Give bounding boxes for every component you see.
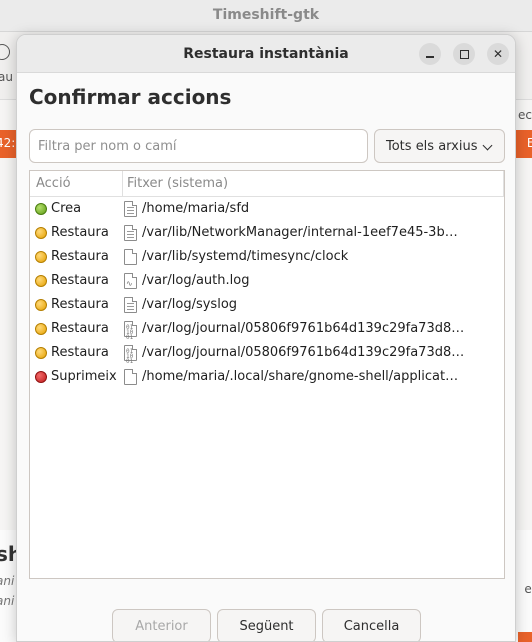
list-item[interactable]: Restaura 01 10 01 /var/log/journal/05806f9… [30,317,504,341]
list-item[interactable]: Restaura 01 10 01 /var/log/journal/05806f9… [30,341,504,365]
maximize-button[interactable] [453,43,475,65]
file-path: /var/lib/NetworkManager/internal-1eef7e4… [142,225,458,240]
maximize-icon [459,49,469,59]
close-icon: ✕ [492,47,504,61]
file-filter-dropdown[interactable]: Tots els arxius [374,129,505,163]
status-line-2-fragment: ani [0,594,15,608]
restore-status-icon [35,227,47,239]
file-path: /var/log/journal/05806f9761b64d139c29fa7… [142,321,465,336]
cancel-button[interactable]: Cancella [322,609,421,641]
action-label: Restaura [51,273,109,288]
chevron-down-icon [482,140,493,151]
next-button[interactable]: Següent [217,609,316,641]
file-path: /var/log/journal/05806f9761b64d139c29fa7… [142,345,465,360]
list-item[interactable]: Crea /home/maria/sfd [30,197,504,221]
action-label: Restaura [51,225,109,240]
column-header-action[interactable]: Acció [30,171,123,197]
log-file-icon: ∿ [124,273,137,289]
actions-list: Acció Fitxer (sistema) Crea /home/maria/… [29,170,505,579]
restore-status-icon [35,299,47,311]
action-label: Restaura [51,321,109,336]
binary-file-icon: 01 10 01 [124,345,137,365]
column-divider [503,171,504,197]
restore-status-icon [35,275,47,287]
list-item[interactable]: Restaura /var/lib/NetworkManager/interna… [30,221,504,245]
list-item[interactable]: Restaura /var/log/syslog [30,293,504,317]
file-path: /home/maria/sfd [142,201,250,216]
list-item[interactable]: Suprimeix /home/maria/.local/share/gnome… [30,365,504,389]
main-window-title: Timeshift-gtk [0,0,532,32]
snapshot-desc-fragment: En [526,136,532,150]
column-header-file[interactable]: Fitxer (sistema) [123,171,504,197]
toolbar-label[interactable]: au [0,70,13,84]
dialog-titlebar: Restaura instantània ✕ [17,35,515,73]
action-label: Crea [51,201,82,216]
filter-input[interactable] [29,129,368,163]
restore-snapshot-dialog: Restaura instantània ✕ Confirmar accions… [16,34,516,642]
file-path: /var/lib/systemd/timesync/clock [142,249,349,264]
blank-file-icon [124,249,137,265]
list-item[interactable]: Restaura ∿ /var/log/auth.log [30,269,504,293]
action-label: Restaura [51,249,109,264]
file-path: /var/log/syslog [142,297,238,312]
text-file-icon [124,201,137,217]
create-status-icon [35,203,47,215]
restore-status-icon [35,251,47,263]
status-right-fragment: es [524,582,532,596]
minimize-button[interactable] [419,43,441,65]
action-label: Restaura [51,345,109,360]
restore-status-icon [35,347,47,359]
restore-status-icon [35,323,47,335]
bottom-accent [518,632,532,642]
text-file-icon [124,297,137,313]
action-label: Suprimeix [51,369,117,384]
text-file-icon [124,225,137,241]
close-button[interactable]: ✕ [487,43,509,65]
blank-file-icon [124,369,137,385]
file-path: /home/maria/.local/share/gnome-shell/app… [142,369,459,384]
minimize-icon [426,56,434,58]
status-line-1-fragment: ani [0,574,15,588]
list-item[interactable]: Restaura /var/lib/systemd/timesync/clock [30,245,504,269]
restore-icon[interactable] [0,44,10,60]
file-filter-value: Tots els arxius [386,138,478,154]
previous-button[interactable]: Anterior [112,609,211,641]
binary-file-icon: 01 10 01 [124,321,137,341]
snapshot-time-fragment: 42: [0,136,16,150]
delete-status-icon [35,371,47,383]
page-heading: Confirmar accions [29,85,232,109]
file-path: /var/log/auth.log [142,273,250,288]
actions-rows: Crea /home/maria/sfd Restaura /var/lib/N… [30,197,504,389]
action-label: Restaura [51,297,109,312]
